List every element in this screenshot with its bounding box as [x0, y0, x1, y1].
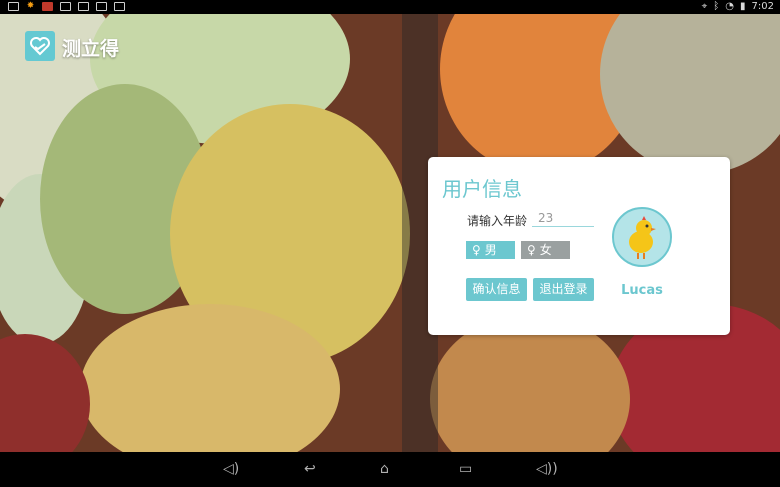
chick-icon	[629, 216, 656, 259]
gender-male-label: 男	[484, 243, 497, 257]
monitor-icon	[60, 2, 71, 11]
volume-down-icon[interactable]: ◁)	[223, 461, 239, 477]
wifi-icon: ◔	[725, 1, 735, 12]
system-icons: ⌖ ᛒ ◔ ▮ 7:02	[702, 0, 774, 14]
bluetooth-icon: ᛒ	[713, 1, 720, 12]
age-label: 请输入年龄	[467, 214, 528, 228]
gender-male-button[interactable]: ♀ 男	[466, 241, 515, 259]
app-title: 测立得	[62, 38, 120, 60]
heart-hands-icon	[25, 31, 55, 61]
logout-button[interactable]: 退出登录	[533, 278, 594, 301]
gallery-icon	[42, 2, 53, 11]
battery-icon: ▮	[740, 1, 746, 12]
username: Lucas	[621, 283, 663, 298]
age-input[interactable]	[532, 209, 594, 227]
female-icon: ♀	[527, 243, 536, 257]
location-icon: ⌖	[701, 1, 708, 12]
notification-icons: ✸	[8, 2, 125, 11]
male-icon: ♀	[472, 243, 481, 257]
notification-icon	[78, 2, 89, 11]
user-info-card: 用户信息 请输入年龄 ♀ 男 ♀ 女 确认信息 退出登录 Lucas	[428, 157, 730, 335]
gender-female-label: 女	[539, 243, 552, 257]
confirm-button[interactable]: 确认信息	[466, 278, 527, 301]
status-bar: ✸ ⌖ ᛒ ◔ ▮ 7:02	[0, 0, 780, 14]
gender-female-button[interactable]: ♀ 女	[521, 241, 570, 259]
card-title: 用户信息	[442, 177, 522, 201]
recents-icon[interactable]: ▭	[459, 461, 472, 477]
volume-up-icon[interactable]: ◁))	[536, 461, 558, 477]
back-icon[interactable]: ↩	[304, 461, 316, 477]
avatar[interactable]	[612, 207, 672, 267]
home-icon[interactable]: ⌂	[380, 461, 389, 477]
clock: 7:02	[751, 1, 774, 12]
keyboard-icon	[114, 2, 125, 11]
brightness-icon: ✸	[26, 1, 35, 11]
navigation-bar: ◁) ↩ ⌂ ▭ ◁))	[0, 452, 780, 487]
app-icon	[8, 2, 19, 11]
usb-icon	[96, 2, 107, 11]
